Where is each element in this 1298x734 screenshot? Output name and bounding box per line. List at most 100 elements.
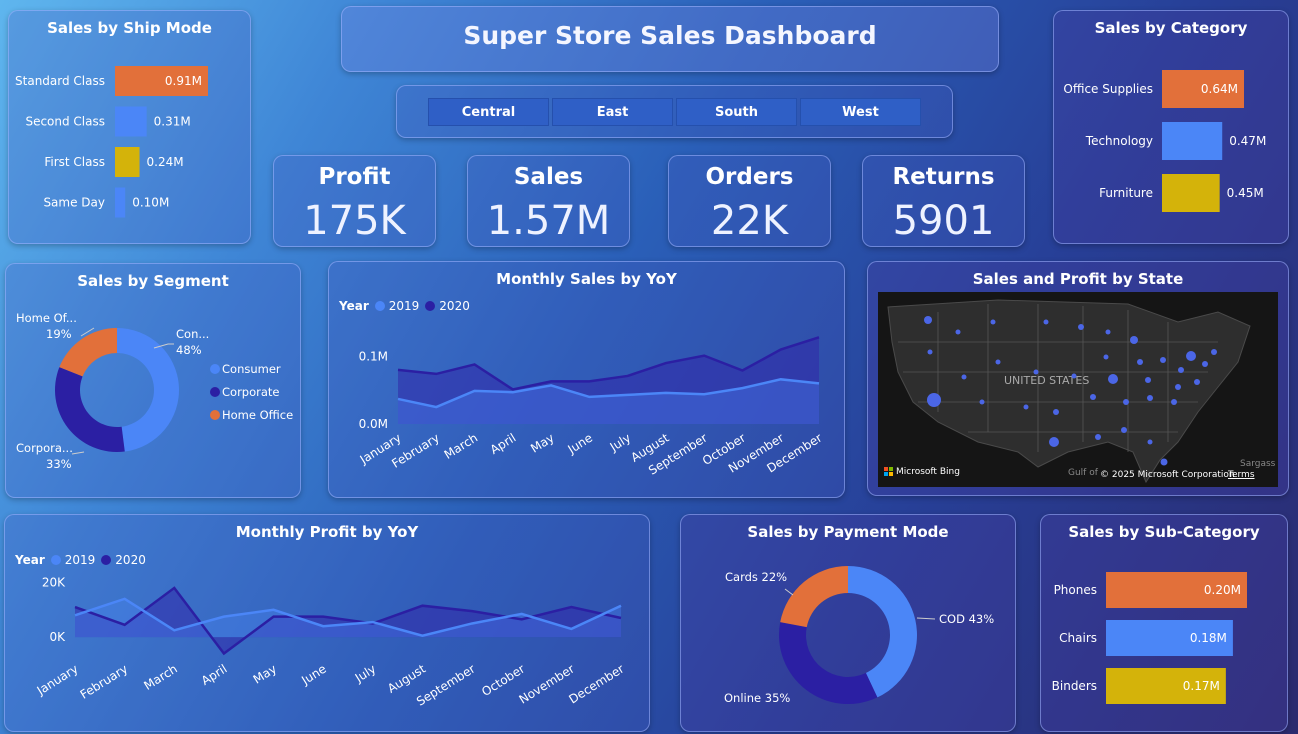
- bar-category-label: Technology: [1085, 134, 1153, 148]
- payment-slice-label: Cards 22%: [725, 570, 787, 584]
- state-map-title: Sales and Profit by State: [972, 270, 1184, 288]
- region-button-west[interactable]: West: [800, 98, 921, 126]
- monthly-profit-chart[interactable]: 0K 20K JanuaryFebruary March April May June Jul…: [5, 515, 651, 733]
- bar-category-label: Second Class: [25, 115, 105, 129]
- payment-card: Sales by Payment Mode COD 43% Online 35% C…: [680, 514, 1016, 732]
- kpi-orders-label: Orders: [705, 164, 794, 190]
- bar: [115, 147, 140, 177]
- region-slicer: Central East South West: [396, 85, 953, 138]
- payment-chart[interactable]: COD 43% Online 35% Cards 22%: [681, 515, 1017, 733]
- bar-category-label: Binders: [1052, 679, 1097, 693]
- x-tick-label: March: [141, 662, 179, 693]
- subcategory-card: Sales by Sub-Category Phones 0.20M Chairs 0…: [1040, 514, 1288, 732]
- kpi-sales-card: Sales 1.57M: [467, 155, 630, 247]
- donut-slice: [780, 566, 848, 628]
- x-tick-label: July: [607, 431, 634, 455]
- subcategory-chart[interactable]: Phones 0.20M Chairs 0.18M Binders 0.17M: [1041, 515, 1289, 733]
- x-tick-label: December: [566, 662, 626, 707]
- monthly-profit-card: Monthly Profit by YoY Year 2019 2020 0K 2…: [4, 514, 650, 732]
- bar-value-label: 0.45M: [1227, 186, 1264, 200]
- bar-value-label: 0.47M: [1229, 134, 1266, 148]
- ship-mode-chart[interactable]: Standard Class 0.91M Second Class 0.31M Firs…: [9, 11, 252, 245]
- map-place-label: Sargass: [1240, 459, 1276, 469]
- category-chart[interactable]: Office Supplies 0.64M Technology 0.47M Furni…: [1054, 11, 1290, 245]
- state-map[interactable]: UNITED STATES Gulf of Sargass Microsoft …: [878, 292, 1278, 487]
- region-button-east[interactable]: East: [552, 98, 673, 126]
- segment-percent-label: 48%: [176, 343, 202, 357]
- leader-line: [784, 588, 794, 596]
- segment-slice-label: Corpora...: [16, 441, 73, 455]
- segment-chart[interactable]: Con... 48% Corpora... 33% Home Of... 19% Consu…: [6, 264, 302, 499]
- payment-slice-label: COD 43%: [939, 612, 994, 626]
- bar: [1162, 174, 1220, 212]
- segment-card: Sales by Segment Con... 48% Corpora... 33% H…: [5, 263, 301, 498]
- x-tick-label: November: [517, 662, 577, 707]
- category-card: Sales by Category Office Supplies 0.64M Te…: [1053, 10, 1289, 244]
- map-country-label: UNITED STATES: [1004, 374, 1089, 387]
- map-water-label: Gulf of: [1068, 468, 1099, 478]
- donut-slice: [117, 328, 179, 452]
- bar-value-label: 0.24M: [147, 155, 184, 169]
- bar-category-label: Standard Class: [15, 74, 105, 88]
- segment-legend-label: Consumer: [222, 362, 281, 376]
- ship-mode-card: Sales by Ship Mode Standard Class 0.91M Se…: [8, 10, 251, 244]
- title-banner: Super Store Sales Dashboard: [341, 6, 999, 72]
- bar-value-label: 0.20M: [1204, 583, 1241, 597]
- x-tick-label: August: [385, 662, 428, 696]
- y-tick-label: 20K: [42, 575, 66, 589]
- segment-legend-label: Corporate: [222, 385, 280, 399]
- segment-legend-label: Home Office: [222, 408, 293, 422]
- bar: [115, 106, 147, 137]
- bar: [115, 187, 126, 218]
- bar-category-label: Phones: [1054, 583, 1097, 597]
- bar-value-label: 0.91M: [165, 74, 202, 88]
- x-tick-label: February: [78, 662, 131, 702]
- segment-slice-label: Home Of...: [16, 311, 77, 325]
- bar-value-label: 0.10M: [132, 196, 169, 210]
- x-tick-label: June: [565, 431, 595, 457]
- payment-slice-label: Online 35%: [724, 691, 790, 705]
- bar-category-label: First Class: [44, 155, 105, 169]
- map-credit-brand: Microsoft Bing: [896, 467, 960, 477]
- monthly-sales-chart[interactable]: 0.0M0.1MJanuaryFebruary March April May June…: [329, 262, 846, 499]
- kpi-sales-value: 1.57M: [486, 198, 611, 244]
- us-landmass: [887, 299, 1251, 484]
- kpi-returns-card: Returns 5901: [862, 155, 1025, 247]
- monthly-sales-card: Monthly Sales by YoY Year 2019 2020 0.0M…: [328, 261, 845, 498]
- kpi-returns-value: 5901: [892, 198, 995, 244]
- x-tick-label: May: [251, 662, 279, 687]
- kpi-profit-value: 175K: [303, 198, 406, 244]
- bar-category-label: Same Day: [43, 196, 105, 210]
- x-tick-label: March: [442, 431, 480, 462]
- bar-category-label: Chairs: [1059, 631, 1097, 645]
- segment-legend-dot: [210, 410, 220, 420]
- leader-line: [71, 451, 85, 455]
- state-map-card: Sales and Profit by State UNITED STATES …: [867, 261, 1289, 496]
- x-tick-label: January: [34, 662, 81, 699]
- donut-slice: [54, 367, 125, 452]
- kpi-orders-card: Orders 22K: [668, 155, 831, 247]
- bar-value-label: 0.31M: [154, 115, 191, 129]
- bar-category-label: Furniture: [1099, 186, 1153, 200]
- x-tick-label: April: [488, 431, 519, 457]
- bar-value-label: 0.17M: [1183, 679, 1220, 693]
- segment-percent-label: 19%: [46, 327, 72, 341]
- segment-legend-dot: [210, 387, 220, 397]
- y-tick-label: 0.0M: [359, 417, 388, 431]
- kpi-returns-label: Returns: [892, 164, 995, 190]
- kpi-sales-label: Sales: [513, 164, 584, 190]
- x-tick-label: July: [352, 662, 379, 686]
- y-tick-label: 0K: [49, 630, 66, 644]
- segment-percent-label: 33%: [46, 457, 72, 471]
- map-terms-link[interactable]: Terms: [1228, 470, 1255, 480]
- region-button-south[interactable]: South: [676, 98, 797, 126]
- donut-slice: [779, 622, 878, 704]
- bing-logo-icon: [884, 467, 893, 476]
- region-button-central[interactable]: Central: [428, 98, 549, 126]
- kpi-orders-value: 22K: [710, 198, 789, 244]
- x-tick-label: April: [199, 662, 230, 688]
- x-tick-label: May: [528, 431, 556, 456]
- x-tick-label: June: [298, 662, 328, 688]
- segment-legend-dot: [210, 364, 220, 374]
- segment-slice-label: Con...: [176, 327, 209, 341]
